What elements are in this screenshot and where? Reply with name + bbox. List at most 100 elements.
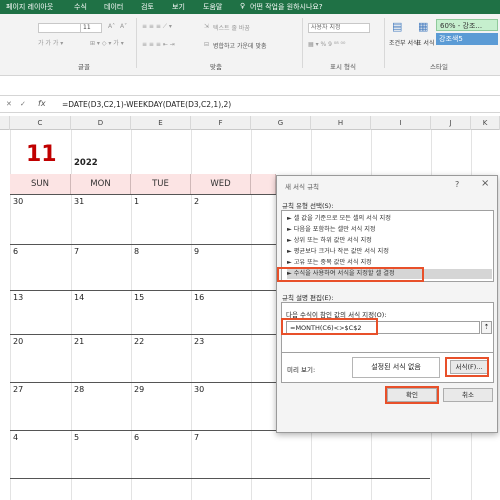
- preview-panel: 미리 보기: 설정된 서식 없음 서식(F)...: [281, 352, 494, 383]
- calendar-day[interactable]: 7: [194, 433, 199, 442]
- edit-rule-label: 규칙 설명 편집(E):: [282, 294, 334, 302]
- align-top-icon[interactable]: ≡ ≡ ≡ ⟋ ▾: [142, 23, 172, 31]
- separator: [302, 18, 303, 68]
- calendar-day[interactable]: 2: [194, 197, 199, 206]
- rule-edit-panel: 다음 수식이 참인 값의 서식 지정(O): =MONTH(C6)<>$C$2 …: [281, 302, 494, 358]
- column-header-i[interactable]: I: [371, 116, 431, 130]
- rule-type-list[interactable]: ► 셀 값을 기준으로 모든 셀의 서식 지정 ► 다음을 포함하는 셀만 서식…: [281, 210, 494, 282]
- rule-type-item[interactable]: ► 다음을 포함하는 셀만 서식 지정: [287, 225, 492, 235]
- ribbon-tab-bar: 페이지 레이아웃 수식 데이터 검토 보기 도움말 ♀ 어떤 작업을 원하시나요…: [0, 0, 500, 14]
- calendar-day[interactable]: 15: [134, 293, 144, 302]
- separator: [136, 18, 137, 68]
- preview-label: 미리 보기:: [287, 366, 316, 374]
- font-grow-icon[interactable]: A˄: [108, 23, 115, 30]
- calendar-day[interactable]: 23: [194, 337, 204, 346]
- fx-icon[interactable]: fx: [38, 99, 46, 108]
- tab-help[interactable]: 도움말: [203, 2, 222, 12]
- weekday-header-sun: SUN: [10, 174, 71, 194]
- table-format-icon[interactable]: ▦: [418, 20, 428, 33]
- calendar-day[interactable]: 30: [13, 197, 23, 206]
- column-header-g[interactable]: G: [251, 116, 311, 130]
- formula-field[interactable]: =MONTH(C6)<>$C$2: [286, 321, 480, 334]
- column-header-h[interactable]: H: [311, 116, 371, 130]
- format-button[interactable]: 서식(F)...: [450, 360, 488, 374]
- column-header-d[interactable]: D: [71, 116, 131, 130]
- font-size-field[interactable]: 11: [80, 23, 102, 33]
- column-headers: C D E F G H I J K: [0, 116, 500, 130]
- group-label-number: 표시 형식: [330, 63, 356, 71]
- border-icon[interactable]: ⊞ ▾ ◇ ▾ 가 ▾: [90, 38, 124, 47]
- rule-type-item-selected[interactable]: ► 수식을 사용하여 서식을 지정할 셀 결정: [287, 269, 492, 279]
- separator: [384, 18, 385, 68]
- formula-input[interactable]: =DATE(D3,C2,1)-WEEKDAY(DATE(D3,C2,1),2): [62, 100, 231, 109]
- table-format-button[interactable]: 표 서식: [416, 38, 434, 47]
- calendar-day[interactable]: 8: [134, 247, 139, 256]
- column-header-j[interactable]: J: [431, 116, 471, 130]
- calendar-day[interactable]: 1: [134, 197, 139, 206]
- calendar-day[interactable]: 6: [134, 433, 139, 442]
- week-border: [10, 478, 430, 479]
- calendar-day[interactable]: 30: [194, 385, 204, 394]
- column-header-c[interactable]: C: [10, 116, 71, 130]
- calendar-day[interactable]: 5: [74, 433, 79, 442]
- weekday-header-partial: [251, 174, 276, 194]
- tab-page-layout[interactable]: 페이지 레이아웃: [6, 2, 53, 12]
- tab-formulas[interactable]: 수식: [74, 2, 87, 12]
- rule-type-item[interactable]: ► 상위 또는 하위 값만 서식 지정: [287, 236, 492, 246]
- weekday-header-wed: WED: [191, 174, 251, 194]
- cell-style-good[interactable]: 60% - 강조...: [436, 19, 498, 31]
- column-header-f[interactable]: F: [191, 116, 251, 130]
- bold-icon[interactable]: 가 가 가 ▾: [38, 38, 63, 47]
- tab-view[interactable]: 보기: [172, 2, 185, 12]
- calendar-day[interactable]: 28: [74, 385, 84, 394]
- rule-type-item[interactable]: ► 고유 또는 중복 값만 서식 지정: [287, 258, 492, 268]
- column-header-e[interactable]: E: [131, 116, 191, 130]
- merge-icon[interactable]: ⊟: [204, 41, 209, 48]
- check-icon[interactable]: ✓: [20, 100, 26, 108]
- currency-icon[interactable]: ▦ ▾ % 9 ⁰⁸ ⁰⁰: [308, 41, 345, 48]
- wrap-text-icon[interactable]: ⇲: [204, 23, 209, 30]
- preview-box: 설정된 서식 없음: [352, 357, 440, 378]
- calendar-day[interactable]: 21: [74, 337, 84, 346]
- weekday-header-tue: TUE: [131, 174, 191, 194]
- tab-data[interactable]: 데이터: [104, 2, 123, 12]
- tab-review[interactable]: 검토: [141, 2, 154, 12]
- align-left-icon[interactable]: ≡ ≡ ≡ ⇤ ⇥: [142, 41, 175, 48]
- calendar-day[interactable]: 31: [74, 197, 84, 206]
- calendar-day[interactable]: 14: [74, 293, 84, 302]
- conditional-format-button[interactable]: 조건부 서식: [389, 38, 419, 47]
- calendar-day[interactable]: 29: [134, 385, 144, 394]
- calendar-day[interactable]: 20: [13, 337, 23, 346]
- collapse-dialog-icon[interactable]: ⇡: [481, 321, 492, 334]
- conditional-format-icon[interactable]: ▤: [392, 20, 402, 33]
- rule-type-item[interactable]: ► 평균보다 크거나 작은 값만 서식 지정: [287, 247, 492, 257]
- calendar-day[interactable]: 7: [74, 247, 79, 256]
- number-format-select[interactable]: 사용자 지정: [308, 23, 370, 33]
- cancel-icon[interactable]: ✕: [6, 100, 12, 108]
- close-icon[interactable]: ×: [481, 178, 489, 189]
- wrap-text-button[interactable]: 텍스트 줄 바꿈: [213, 23, 250, 32]
- cancel-button[interactable]: 취소: [443, 388, 493, 402]
- help-icon[interactable]: ?: [455, 180, 459, 189]
- calendar-day[interactable]: 16: [194, 293, 204, 302]
- rule-type-label: 규칙 유형 선택(S):: [282, 202, 334, 210]
- calendar-day[interactable]: 13: [13, 293, 23, 302]
- calendar-day[interactable]: 27: [13, 385, 23, 394]
- calendar-day[interactable]: 22: [134, 337, 144, 346]
- ok-button[interactable]: 확인: [387, 388, 437, 402]
- column-header-k[interactable]: K: [471, 116, 500, 130]
- new-format-rule-dialog: 새 서식 규칙 ? × 규칙 유형 선택(S): ► 셀 값을 기준으로 모든 …: [276, 175, 498, 433]
- rule-type-item[interactable]: ► 셀 값을 기준으로 모든 셀의 서식 지정: [287, 214, 492, 224]
- calendar-day[interactable]: 4: [13, 433, 18, 442]
- group-label-alignment: 맞춤: [210, 63, 222, 71]
- calendar-year: 2022: [74, 158, 98, 168]
- select-all-corner[interactable]: [0, 116, 10, 130]
- calendar-day[interactable]: 9: [194, 247, 199, 256]
- dialog-title: 새 서식 규칙: [285, 183, 320, 191]
- cell-style-accent5[interactable]: 강조색5: [436, 33, 498, 45]
- merge-center-button[interactable]: 병합하고 가운데 맞춤: [213, 41, 267, 50]
- font-shrink-icon[interactable]: A˅: [120, 23, 127, 30]
- calendar-day[interactable]: 6: [13, 247, 18, 256]
- tell-me-box[interactable]: 어떤 작업을 원하시나요?: [250, 2, 323, 12]
- lightbulb-icon: ♀: [240, 2, 246, 10]
